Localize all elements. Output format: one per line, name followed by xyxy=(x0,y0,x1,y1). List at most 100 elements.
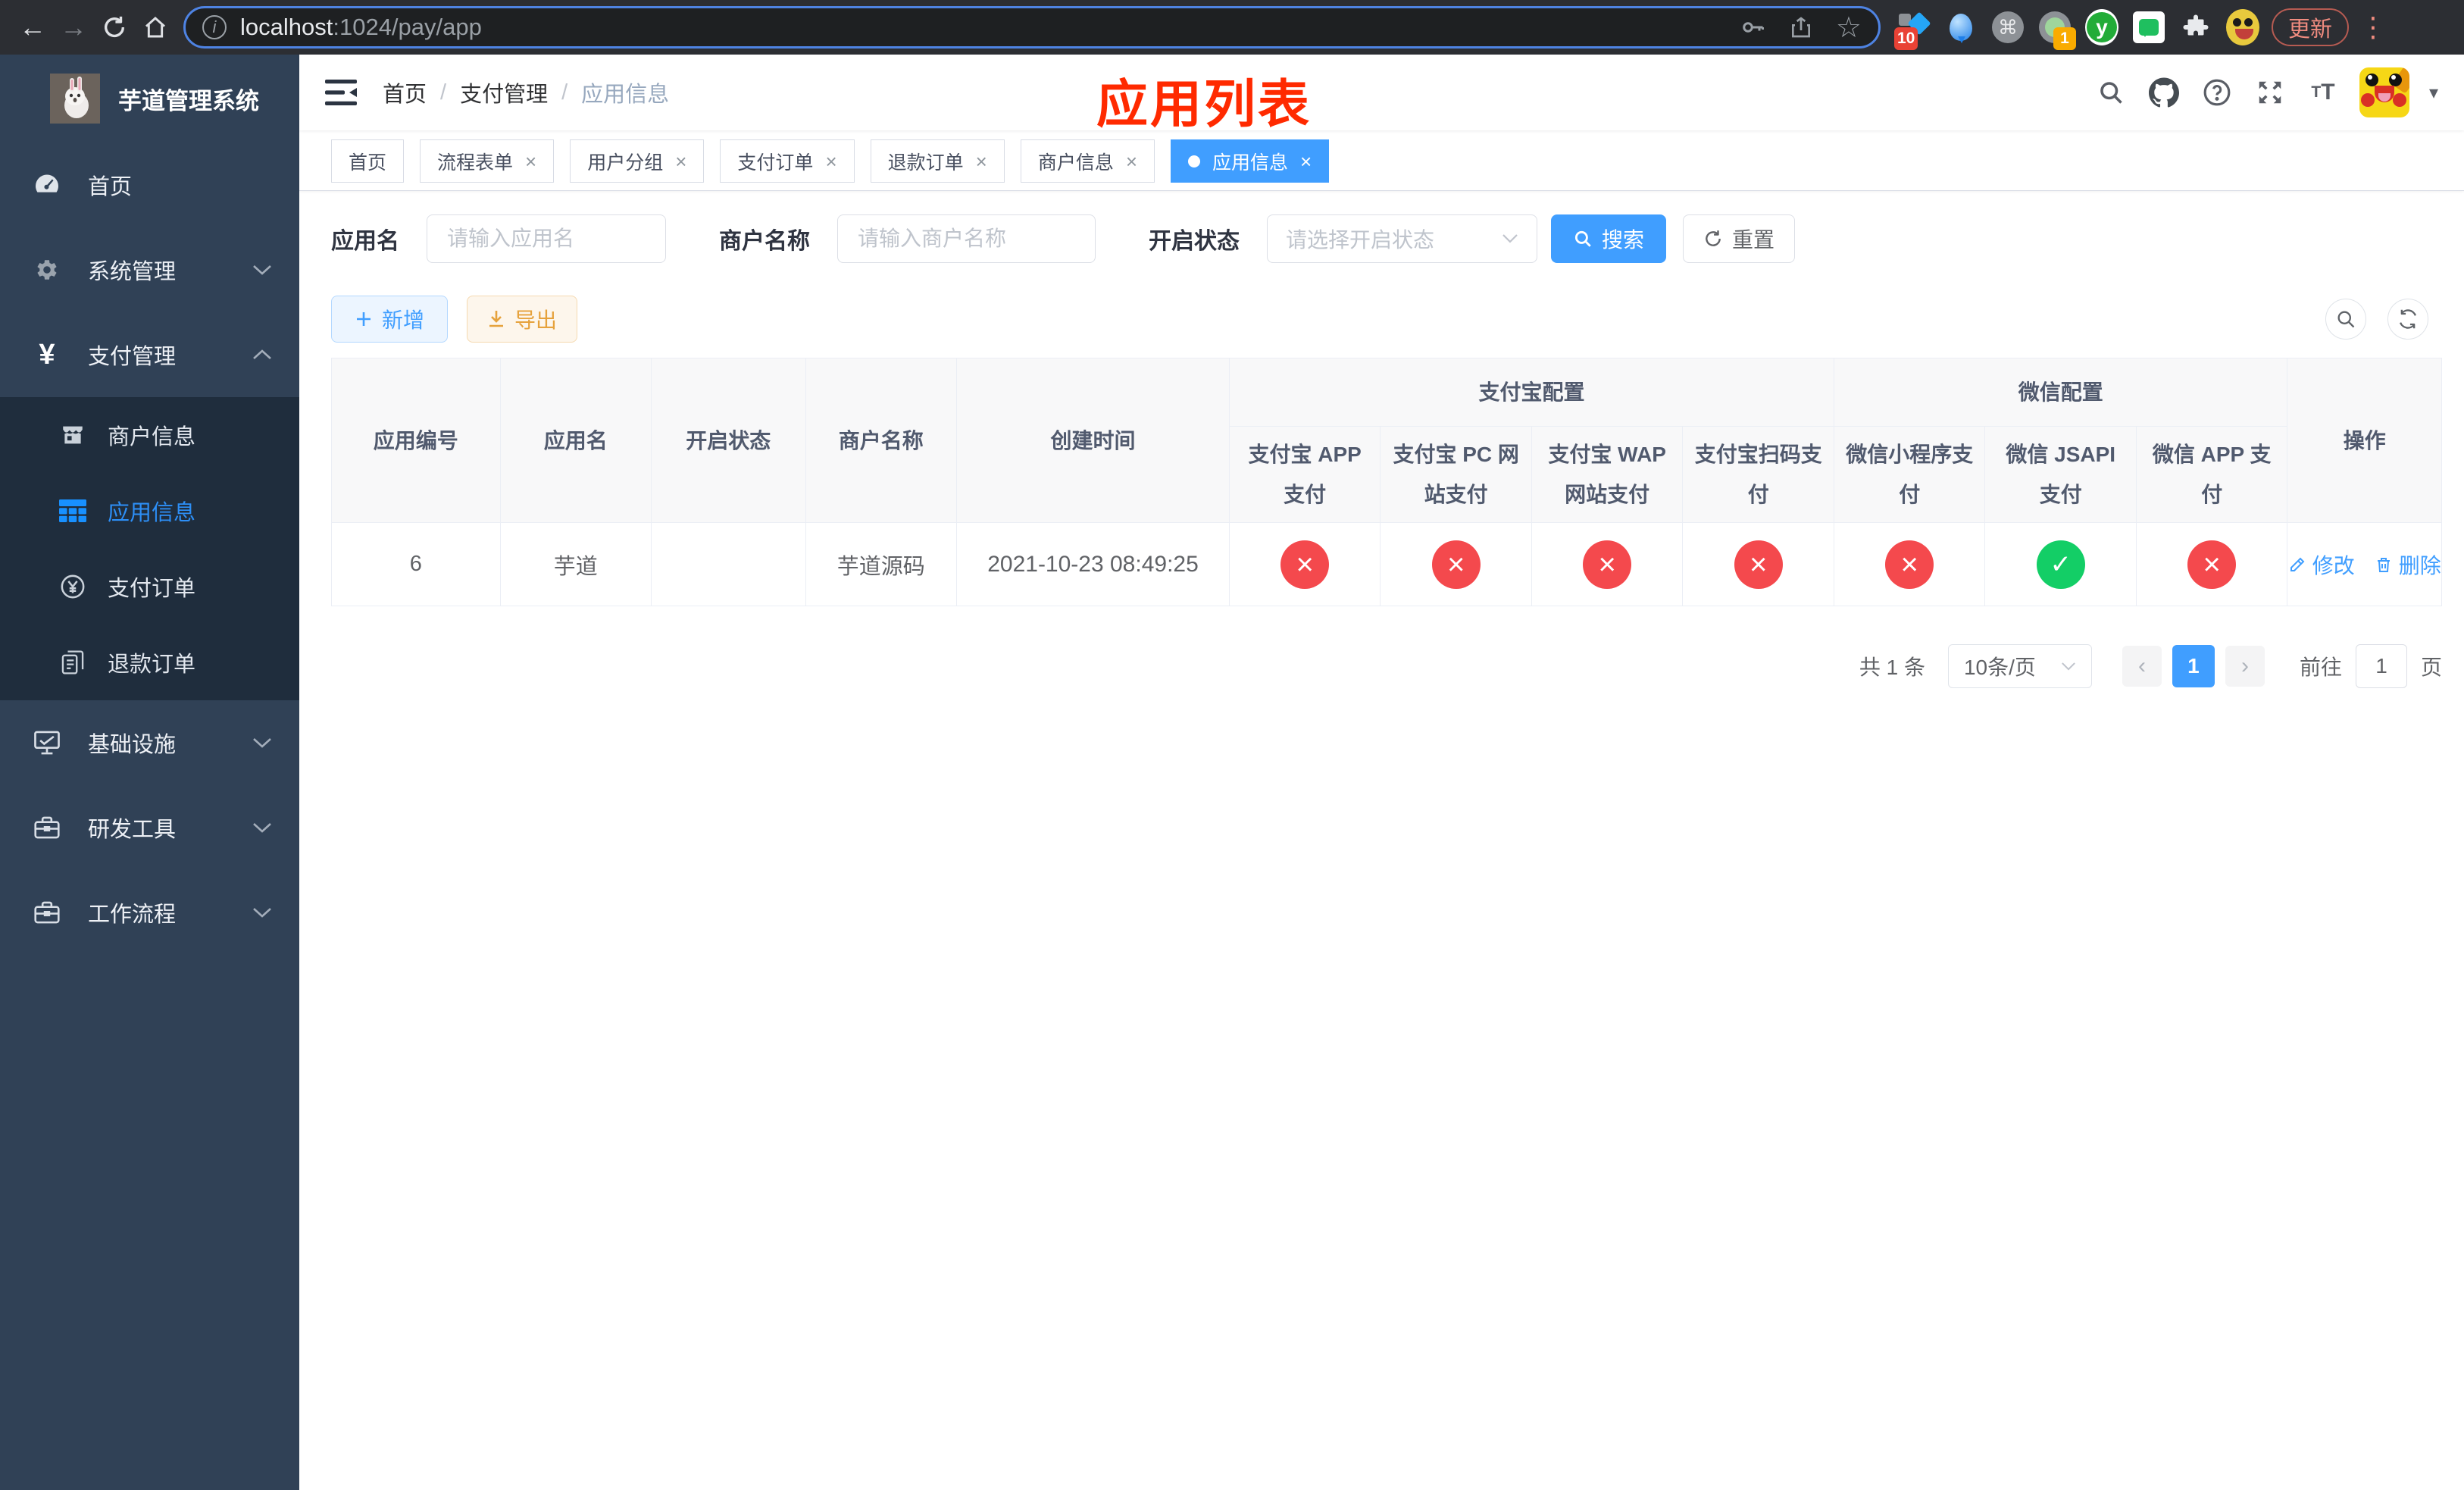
user-avatar[interactable] xyxy=(2359,67,2409,117)
sidebar-item-label: 工作流程 xyxy=(88,903,177,927)
sidebar-item-label: 退款订单 xyxy=(108,653,196,677)
toolbox-icon xyxy=(32,815,62,840)
home-icon[interactable] xyxy=(135,7,176,48)
alipay-scan-status-icon xyxy=(1734,540,1783,589)
add-button[interactable]: 新增 xyxy=(331,296,449,343)
app-title: 芋道管理系统 xyxy=(118,87,259,114)
sidebar-item-system[interactable]: 系统管理 xyxy=(0,227,299,312)
avatar-caret-icon[interactable]: ▾ xyxy=(2429,82,2438,104)
tab-merchant-info[interactable]: 商户信息 × xyxy=(1020,139,1155,183)
col-actions: 操作 xyxy=(2287,357,2442,524)
sidebar-item-devtools[interactable]: 研发工具 xyxy=(0,785,299,870)
prev-page-button[interactable]: ‹ xyxy=(2122,646,2162,687)
sketch-extension-icon[interactable]: 10 xyxy=(1894,11,1931,50)
page-size-select[interactable]: 10条/页 xyxy=(1947,644,2092,689)
col-created: 创建时间 xyxy=(956,357,1230,524)
reload-icon[interactable] xyxy=(94,7,135,48)
chat-extension-icon[interactable] xyxy=(2132,11,2165,44)
plus-icon xyxy=(357,312,371,326)
sidebar-item-home[interactable]: 首页 xyxy=(0,142,299,227)
reset-button[interactable]: 重置 xyxy=(1683,214,1796,263)
cell-status xyxy=(651,522,806,607)
sidebar-item-merchant-info[interactable]: 商户信息 xyxy=(0,397,299,473)
col-wx-jsapi: 微信 JSAPI 支付 xyxy=(1984,425,2137,524)
breadcrumb-home[interactable]: 首页 xyxy=(383,77,427,108)
close-icon[interactable]: × xyxy=(1126,152,1137,171)
extensions-area: 10 ⌘ 1 y xyxy=(1894,9,2259,50)
close-icon[interactable]: × xyxy=(976,152,987,171)
delete-link[interactable]: 删除 xyxy=(2375,549,2441,580)
app-name-input[interactable] xyxy=(427,214,666,263)
alipay-pc-status-icon xyxy=(1431,540,1481,589)
sidebar-item-app-info[interactable]: 应用信息 xyxy=(0,473,299,549)
sidebar-item-label: 支付管理 xyxy=(88,345,177,369)
close-icon[interactable]: × xyxy=(525,152,536,171)
tab-pay-order[interactable]: 支付订单 × xyxy=(720,139,855,183)
export-button[interactable]: 导出 xyxy=(467,296,578,343)
col-wx-app: 微信 APP 支付 xyxy=(2135,425,2288,524)
chrome-update-button[interactable]: 更新 xyxy=(2272,8,2350,46)
sidebar-item-refund-order[interactable]: 退款订单 xyxy=(0,624,299,700)
fullscreen-icon[interactable] xyxy=(2253,76,2287,109)
browser-menu-icon[interactable]: ⋮ xyxy=(2359,11,2387,43)
tab-app-info[interactable]: 应用信息 × xyxy=(1171,139,1330,183)
download-icon xyxy=(489,311,504,327)
col-alipay-pc: 支付宝 PC 网站支付 xyxy=(1380,425,1532,524)
y-extension-icon[interactable]: y xyxy=(2085,9,2118,45)
tags-view-bar: 首页 流程表单 × 用户分组 × 支付订单 × 退款订单 × 商户信息 × 应用信息 × xyxy=(299,130,2464,191)
tab-home[interactable]: 首页 xyxy=(331,139,405,183)
sidebar-item-label: 系统管理 xyxy=(88,260,177,284)
tab-refund-order[interactable]: 退款订单 × xyxy=(870,139,1005,183)
recorder-extension-icon[interactable]: 1 xyxy=(2038,11,2076,50)
tab-process-form[interactable]: 流程表单 × xyxy=(420,139,555,183)
dashboard-icon xyxy=(32,171,62,199)
bookmark-star-icon[interactable]: ☆ xyxy=(1836,11,1862,45)
col-group-alipay: 支付宝配置 xyxy=(1228,358,1834,427)
breadcrumb-current: 应用信息 xyxy=(581,83,670,107)
address-bar[interactable]: i localhost:1024/pay/app ☆ xyxy=(183,6,1881,49)
command-extension-icon[interactable]: ⌘ xyxy=(1991,11,2025,44)
tab-user-group[interactable]: 用户分组 × xyxy=(570,139,705,183)
close-icon[interactable]: × xyxy=(675,152,686,171)
next-page-button[interactable]: › xyxy=(2225,646,2265,687)
close-icon[interactable]: × xyxy=(1300,152,1312,171)
page-title: 应用列表 xyxy=(1096,76,1312,133)
site-info-icon[interactable]: i xyxy=(202,15,227,39)
app-logo-row[interactable]: 芋道管理系统 xyxy=(0,55,299,142)
password-key-icon[interactable] xyxy=(1739,14,1766,41)
sidebar-item-workflow[interactable]: 工作流程 xyxy=(0,870,299,955)
pagination: 共 1 条 10条/页 ‹ 1 › 前往 页 xyxy=(331,644,2442,689)
col-alipay-scan: 支付宝扫码支付 xyxy=(1682,425,1834,524)
show-search-button[interactable] xyxy=(2325,299,2366,340)
search-button[interactable]: 搜索 xyxy=(1551,214,1667,263)
extension-badge: 10 xyxy=(1894,27,1918,50)
edit-link[interactable]: 修改 xyxy=(2288,549,2355,580)
share-icon[interactable] xyxy=(1789,15,1813,39)
sidebar-item-label: 首页 xyxy=(88,175,133,199)
breadcrumb-pay[interactable]: 支付管理 xyxy=(460,77,548,108)
font-size-icon[interactable]: TT xyxy=(2306,76,2340,109)
chevron-down-icon xyxy=(252,737,272,749)
github-icon[interactable] xyxy=(2147,76,2181,109)
status-select[interactable]: 请选择开启状态 xyxy=(1267,214,1537,263)
refresh-icon xyxy=(2399,309,2417,329)
forward-icon[interactable]: → xyxy=(53,7,94,48)
sidebar-item-pay-order[interactable]: 支付订单 xyxy=(0,549,299,624)
page-number-1[interactable]: 1 xyxy=(2172,645,2215,688)
balloon-extension-icon[interactable] xyxy=(1944,11,1978,44)
refresh-table-button[interactable] xyxy=(2387,299,2428,340)
sidebar-item-pay[interactable]: ¥ 支付管理 xyxy=(0,312,299,397)
profile-avatar-icon[interactable] xyxy=(2226,9,2259,45)
hamburger-icon[interactable] xyxy=(325,80,357,105)
help-icon[interactable] xyxy=(2200,76,2234,109)
close-icon[interactable]: × xyxy=(825,152,836,171)
total-count: 共 1 条 xyxy=(1859,656,1925,680)
grid-table-icon xyxy=(58,499,88,522)
goto-page-input[interactable] xyxy=(2355,644,2407,689)
back-icon[interactable]: ← xyxy=(12,7,53,48)
active-dot-icon xyxy=(1188,155,1201,167)
sidebar-item-infra[interactable]: 基础设施 xyxy=(0,700,299,785)
puzzle-extensions-icon[interactable] xyxy=(2179,11,2212,44)
merchant-name-input[interactable] xyxy=(837,214,1096,263)
search-icon[interactable] xyxy=(2094,76,2128,109)
